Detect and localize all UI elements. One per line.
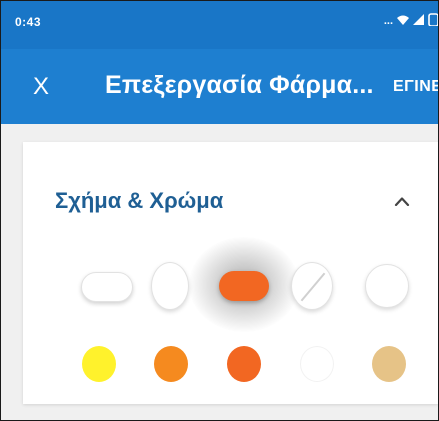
phone-screen: 0:43 ... X Επεξεργασία Φάρμα... ΕΓΙΝΕ Σχ… — [0, 0, 439, 421]
battery-icon — [428, 12, 438, 31]
color-yellow-option[interactable] — [82, 346, 116, 382]
status-icons: ... — [383, 12, 438, 31]
score-line — [300, 272, 326, 302]
color-dark-orange-option[interactable] — [227, 346, 261, 382]
status-time: 0:43 — [15, 15, 42, 29]
signal-icon — [413, 12, 424, 30]
color-white-option[interactable] — [300, 346, 334, 382]
shape-round-option[interactable] — [365, 264, 409, 308]
page-title: Επεξεργασία Φάρμα... — [105, 71, 374, 99]
section-title: Σχήμα & Χρώμα — [55, 188, 224, 213]
shape-oval-option[interactable] — [151, 262, 189, 310]
more-dots-icon: ... — [383, 15, 393, 27]
shape-pill-option[interactable] — [81, 272, 133, 302]
close-button[interactable]: X — [21, 67, 61, 107]
shape-capsule-option[interactable] — [219, 271, 269, 301]
done-button[interactable]: ΕΓΙΝΕ — [393, 78, 438, 96]
status-bar: 0:43 ... — [1, 1, 438, 49]
color-beige-option[interactable] — [372, 346, 406, 382]
shape-color-card: Σχήμα & Χρώμα — [23, 142, 438, 404]
wifi-icon — [397, 12, 409, 30]
color-orange-option[interactable] — [154, 346, 188, 382]
app-bar: X Επεξεργασία Φάρμα... ΕΓΙΝΕ — [1, 49, 438, 124]
chevron-up-icon[interactable] — [387, 186, 417, 216]
shape-scored-option[interactable] — [291, 262, 333, 310]
